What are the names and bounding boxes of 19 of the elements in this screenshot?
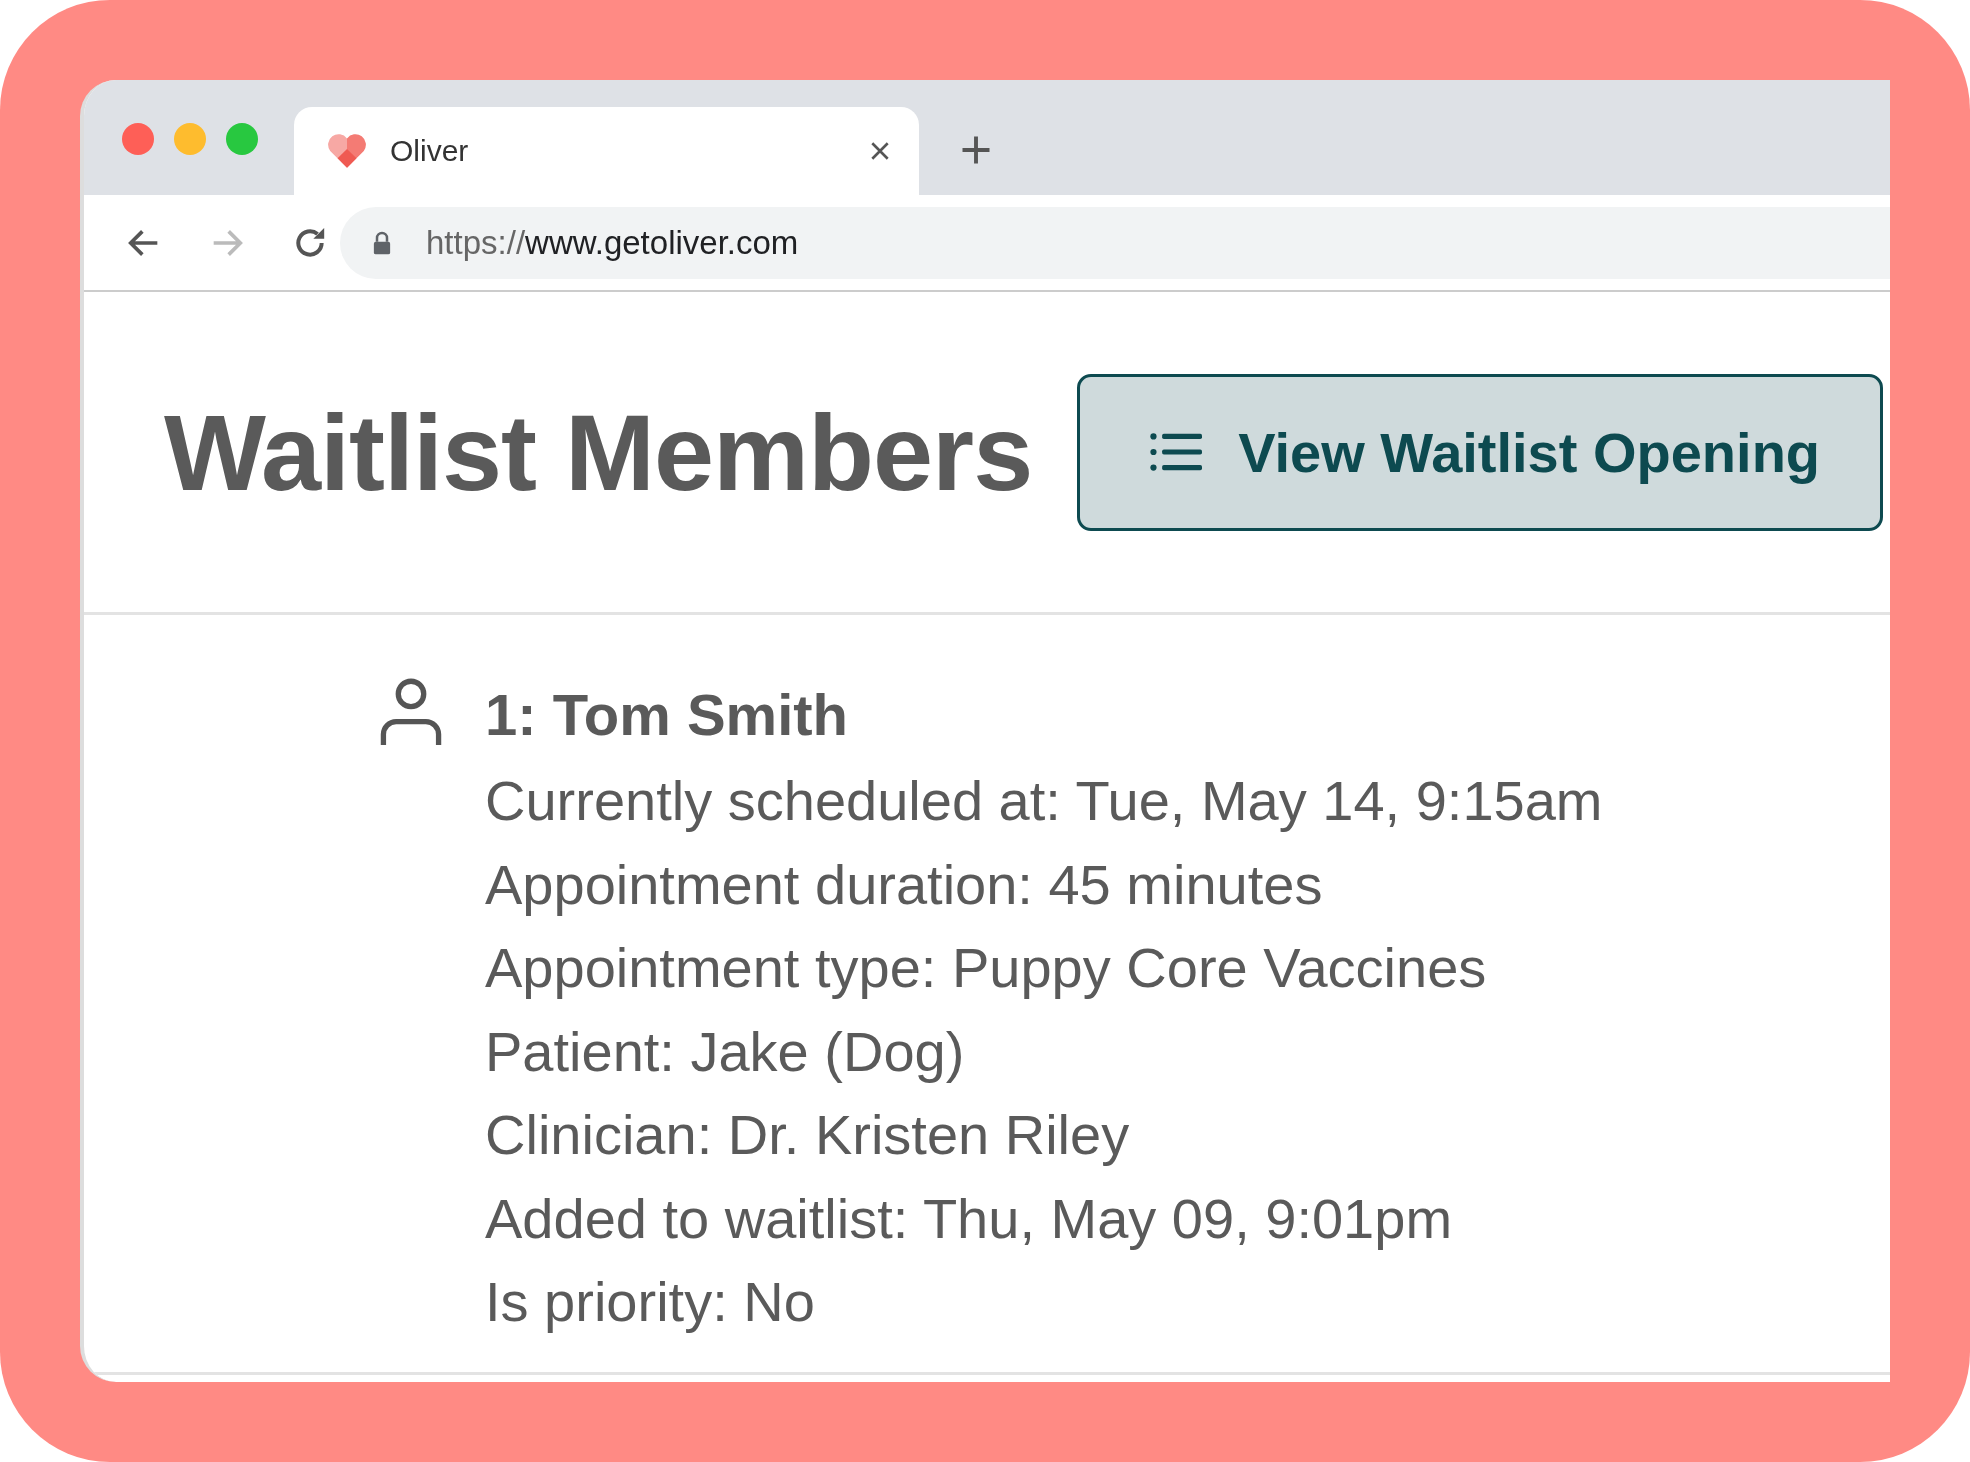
member-detail: Appointment type: Puppy Core Vaccines — [485, 935, 1488, 1001]
member-detail: Appointment duration: 45 minutes — [485, 851, 1324, 918]
url-text: https://www.getoliver.com — [426, 223, 799, 262]
person-icon — [379, 677, 443, 747]
member-detail: Is priority: No — [485, 1269, 816, 1335]
close-icon[interactable] — [869, 140, 891, 162]
tab-title: Oliver — [390, 134, 470, 168]
member-detail: Currently scheduled at: Tue, May 14, 9:15am — [485, 768, 1603, 834]
lock-icon — [372, 229, 392, 256]
member-name: 1: Tom Smith — [485, 681, 850, 749]
plus-icon[interactable] — [961, 135, 991, 165]
address-bar[interactable]: https://www.getoliver.com — [340, 206, 1890, 279]
list-icon — [1150, 431, 1203, 473]
view-waitlist-openings-button[interactable]: View Waitlist Opening — [1077, 373, 1884, 531]
member-detail: Patient: Jake (Dog) — [485, 1018, 966, 1085]
member-detail: Added to waitlist: Thu, May 09, 9:01pm — [485, 1185, 1454, 1252]
member-detail: Clinician: Dr. Kristen Riley — [485, 1102, 1131, 1168]
browser-tab[interactable]: Oliver — [294, 107, 919, 195]
page-title: Waitlist Members — [164, 390, 1033, 515]
